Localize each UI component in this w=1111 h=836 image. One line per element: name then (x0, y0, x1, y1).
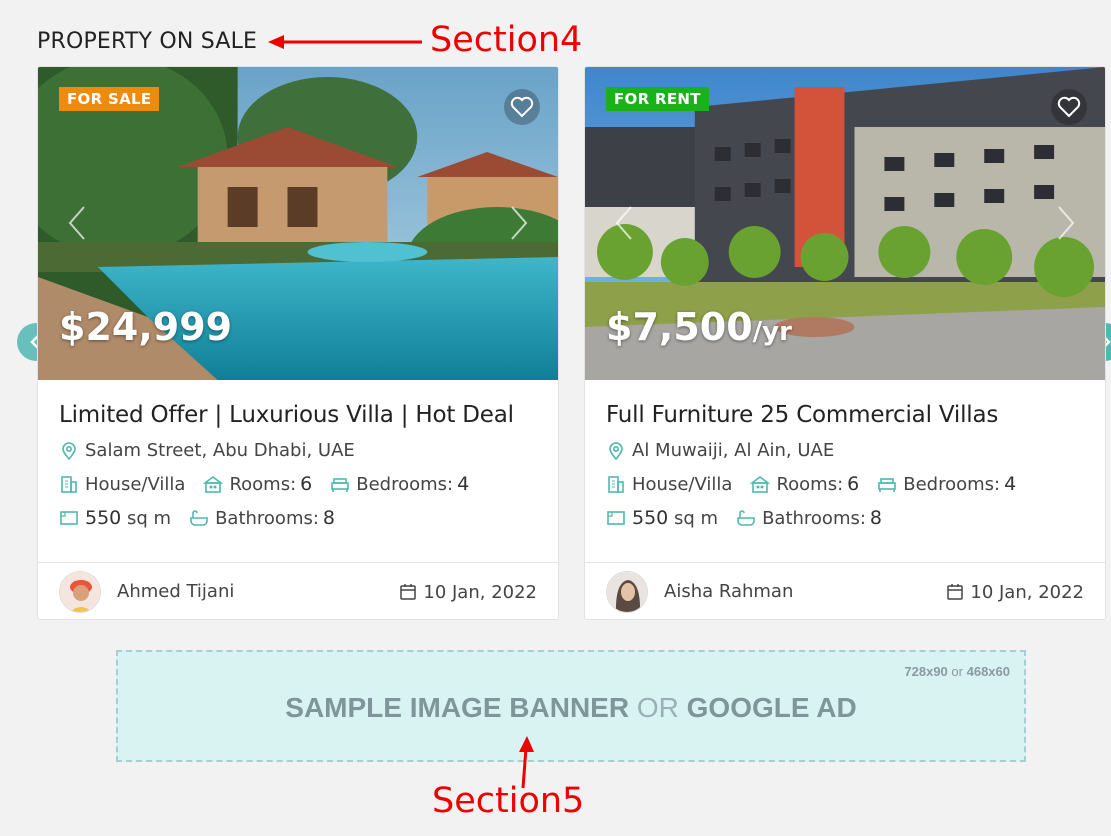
listing-price: $7,500/yr (606, 305, 792, 349)
price-unit: /yr (752, 317, 792, 347)
listing-features-row-2: 550 sq m Bathrooms: 8 (59, 507, 537, 529)
property-type: House/Villa (59, 474, 185, 495)
bedrooms-label: Bedrooms: (903, 473, 1001, 495)
section-title: PROPERTY ON SALE (37, 29, 258, 54)
card-footer: Ahmed Tijani 10 Jan, 2022 (38, 562, 558, 619)
annotation-section5: Section5 (432, 781, 585, 821)
bedrooms: Bedrooms: 4 (330, 473, 469, 495)
rooms-label: Rooms: (776, 473, 844, 495)
listing-features-row-2: 550 sq m Bathrooms: 8 (606, 507, 1084, 529)
page: PROPERTY ON SALE Section4 FOR SALE $24,9… (0, 0, 1111, 836)
listing-price: $24,999 (59, 305, 232, 349)
area-value: 550 (85, 507, 122, 529)
listing-date: 10 Jan, 2022 (399, 563, 537, 619)
favorite-button[interactable] (504, 89, 540, 125)
rooms: Rooms: 6 (203, 473, 312, 495)
property-card[interactable]: FOR SALE $24,999 Limited Offer | Luxurio… (37, 66, 559, 620)
bedrooms-value: 4 (1004, 473, 1017, 495)
card-footer: Aisha Rahman 10 Jan, 2022 (585, 562, 1105, 619)
bathrooms-label: Bathrooms: (762, 507, 866, 529)
card-body: Full Furniture 25 Commercial Villas Al M… (585, 380, 1105, 562)
bedrooms-value: 4 (457, 473, 470, 495)
card-body: Limited Offer | Luxurious Villa | Hot De… (38, 380, 558, 562)
date-text: 10 Jan, 2022 (970, 581, 1084, 603)
area-value: 550 (632, 507, 669, 529)
rooms-icon (203, 476, 224, 493)
property-photo[interactable]: FOR SALE $24,999 (38, 67, 558, 380)
bedrooms-label: Bedrooms: (356, 473, 454, 495)
building-icon (608, 476, 624, 493)
rooms-icon (750, 476, 771, 493)
banner-text-or: OR (636, 692, 679, 723)
bathrooms: Bathrooms: 8 (189, 507, 335, 529)
listing-features-row-1: House/Villa Rooms: 6 Bedrooms: 4 (59, 473, 537, 495)
chevron-right-icon[interactable] (508, 205, 530, 241)
chevron-left-icon[interactable] (613, 205, 635, 241)
banner-text-a: SAMPLE IMAGE BANNER (285, 692, 630, 723)
bathrooms: Bathrooms: 8 (736, 507, 882, 529)
agent-avatar[interactable] (606, 570, 648, 613)
annotation-section4: Section4 (430, 20, 583, 60)
map-pin-icon (62, 441, 76, 460)
heart-icon (510, 96, 534, 118)
area: 550 sq m (606, 507, 718, 529)
price-value: $24,999 (59, 305, 233, 349)
listing-title[interactable]: Full Furniture 25 Commercial Villas (606, 402, 1084, 428)
property-type-text: House/Villa (85, 473, 186, 495)
rooms-value: 6 (847, 473, 860, 495)
area-unit: sq m (127, 507, 172, 529)
bathrooms-label: Bathrooms: (215, 507, 319, 529)
bed-icon (331, 478, 350, 492)
bathtub-icon (190, 510, 208, 526)
chevron-right-icon[interactable] (1055, 205, 1077, 241)
date-text: 10 Jan, 2022 (423, 581, 537, 603)
area-unit: sq m (674, 507, 719, 529)
property-type: House/Villa (606, 474, 732, 495)
banner-size-a: 728x90 (904, 664, 948, 679)
bed-icon (878, 478, 897, 492)
rooms-label: Rooms: (229, 473, 297, 495)
bedrooms: Bedrooms: 4 (877, 473, 1016, 495)
location-text: Al Muwaiji, Al Ain, UAE (632, 440, 835, 461)
bathrooms-value: 8 (322, 507, 336, 529)
listing-status-badge: FOR SALE (59, 87, 160, 111)
rooms: Rooms: 6 (750, 473, 859, 495)
agent-name[interactable]: Aisha Rahman (664, 581, 793, 602)
property-card[interactable]: FOR RENT $7,500/yr Full Furniture 25 Com… (584, 66, 1106, 620)
banner-size-or: or (951, 664, 963, 679)
listing-date: 10 Jan, 2022 (946, 563, 1084, 619)
agent-avatar-image (60, 571, 100, 612)
agent-name[interactable]: Ahmed Tijani (117, 581, 234, 602)
banner-size-label: 728x90 or 468x60 (904, 664, 1010, 679)
calendar-icon (947, 584, 964, 600)
map-pin-icon (609, 441, 623, 460)
bathrooms-value: 8 (869, 507, 883, 529)
listing-features-row-1: House/Villa Rooms: 6 Bedrooms: 4 (606, 473, 1084, 495)
banner-text-b: GOOGLE AD (686, 692, 857, 723)
building-icon (61, 476, 77, 493)
listing-status-badge: FOR RENT (606, 87, 709, 111)
annotation-arrow-section4 (268, 35, 422, 49)
area: 550 sq m (59, 507, 171, 529)
listing-location: Salam Street, Abu Dhabi, UAE (59, 440, 537, 461)
banner-size-b: 468x60 (966, 664, 1010, 679)
favorite-button[interactable] (1051, 89, 1087, 125)
heart-icon (1057, 96, 1081, 118)
area-icon (60, 511, 78, 525)
location-text: Salam Street, Abu Dhabi, UAE (85, 440, 355, 461)
listing-location: Al Muwaiji, Al Ain, UAE (606, 440, 1084, 461)
chevron-left-icon[interactable] (66, 205, 88, 241)
area-icon (607, 511, 625, 525)
property-photo[interactable]: FOR RENT $7,500/yr (585, 67, 1105, 380)
rooms-value: 6 (300, 473, 313, 495)
price-value: $7,500 (606, 305, 753, 349)
ad-banner[interactable]: 728x90 or 468x60 SAMPLE IMAGE BANNER OR … (116, 650, 1026, 762)
bathtub-icon (737, 510, 755, 526)
calendar-icon (400, 584, 417, 600)
listing-title[interactable]: Limited Offer | Luxurious Villa | Hot De… (59, 402, 537, 428)
property-type-text: House/Villa (632, 473, 733, 495)
agent-avatar-image (607, 571, 647, 612)
banner-text: SAMPLE IMAGE BANNER OR GOOGLE AD (118, 692, 1024, 724)
agent-avatar[interactable] (59, 570, 101, 613)
